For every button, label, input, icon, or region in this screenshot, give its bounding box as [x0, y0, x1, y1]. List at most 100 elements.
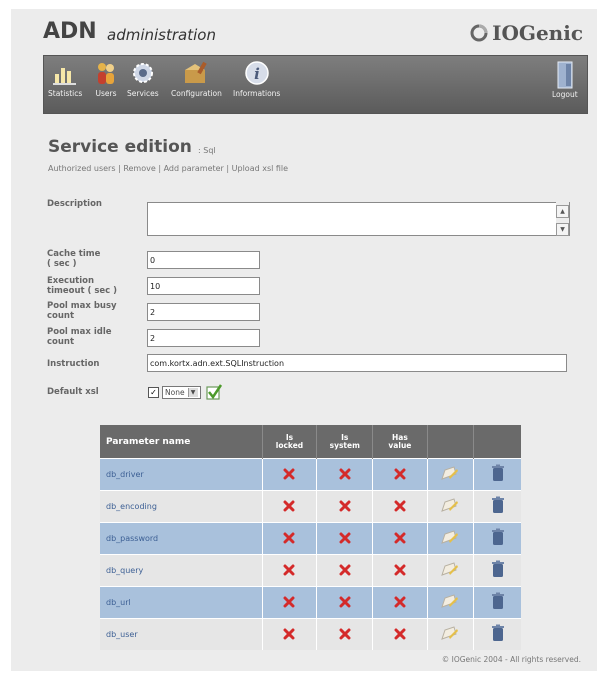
description-scrollbar[interactable]: ▲ ▼	[556, 202, 569, 236]
column-header-locked: Is locked	[261, 425, 317, 459]
cross-icon	[394, 596, 406, 608]
page-subtitle: : Sql	[198, 146, 216, 155]
table-body: db_driver db_encoding db_password db_query d…	[100, 458, 521, 650]
edit-button[interactable]	[426, 522, 474, 555]
pool-max-busy-label-line2: count	[47, 311, 75, 321]
cache-time-label: Cache time ( sec )	[47, 249, 100, 269]
is-system-cell	[316, 554, 373, 587]
brand-name: IOGenic	[492, 21, 583, 45]
header-text: value	[388, 440, 412, 450]
toolbar-item-statistics[interactable]: Statistics	[48, 60, 82, 98]
authorized-users-link[interactable]: Authorized users	[48, 164, 116, 173]
action-links: Authorized users | Remove | Add paramete…	[48, 164, 288, 173]
has-value-cell	[372, 490, 428, 523]
has-value-cell	[372, 522, 428, 555]
column-header-delete	[473, 425, 521, 459]
has-value-cell	[372, 618, 428, 650]
cross-icon	[283, 532, 295, 544]
is-locked-cell	[261, 554, 317, 587]
trash-icon	[491, 528, 504, 545]
toolbar-item-services[interactable]: Services	[127, 60, 159, 98]
has-value-cell	[372, 586, 428, 619]
toolbar-label: Users	[95, 89, 117, 98]
delete-button[interactable]	[473, 522, 521, 555]
instruction-field[interactable]	[147, 354, 567, 372]
cross-icon	[339, 468, 351, 480]
delete-button[interactable]	[473, 554, 521, 587]
pool-max-idle-field[interactable]	[147, 329, 260, 347]
scroll-up-icon[interactable]: ▲	[556, 205, 569, 218]
parameter-name-cell[interactable]: db_driver	[100, 458, 263, 491]
toolbar-label: Services	[127, 89, 159, 98]
header-text: system	[329, 440, 360, 450]
pool-max-idle-label-line2: count	[47, 337, 75, 347]
edit-icon	[441, 561, 459, 576]
footer-copyright: © IOGenic 2004 - All rights reserved.	[441, 655, 581, 664]
table-row: db_user	[100, 618, 521, 650]
default-xsl-controls: ✓ None ▼	[148, 383, 223, 401]
delete-button[interactable]	[473, 586, 521, 619]
cross-icon	[394, 564, 406, 576]
default-xsl-selected: None	[165, 387, 185, 397]
description-field[interactable]	[147, 202, 570, 236]
add-parameter-link[interactable]: Add parameter	[164, 164, 224, 173]
edit-button[interactable]	[426, 618, 474, 650]
header: ADN administration IOGenic	[11, 9, 597, 53]
configuration-icon	[185, 61, 208, 83]
cross-icon	[394, 468, 406, 480]
upload-xsl-link[interactable]: Upload xsl file	[232, 164, 288, 173]
brand-swirl-icon	[470, 24, 488, 42]
scroll-down-icon[interactable]: ▼	[556, 223, 569, 236]
default-xsl-checkbox[interactable]: ✓	[148, 386, 159, 398]
main-toolbar: Statistics Users Services Configuration …	[43, 55, 588, 114]
logout-door-icon	[557, 61, 573, 89]
is-locked-cell	[261, 458, 317, 491]
trash-icon	[491, 496, 504, 513]
delete-button[interactable]	[473, 618, 521, 650]
trash-icon	[491, 624, 504, 641]
parameter-name-cell[interactable]: db_query	[100, 554, 263, 587]
cross-icon	[394, 628, 406, 640]
cache-time-label-line2: ( sec )	[47, 259, 77, 269]
table-row: db_query	[100, 554, 521, 587]
pool-max-busy-field[interactable]	[147, 303, 260, 321]
column-header-name: Parameter name	[100, 425, 263, 459]
cache-time-field[interactable]	[147, 251, 260, 269]
dropdown-arrow-icon: ▼	[187, 387, 198, 397]
remove-link[interactable]: Remove	[123, 164, 155, 173]
pool-max-idle-label-line1: Pool max idle	[47, 327, 112, 337]
column-header-edit	[426, 425, 474, 459]
execution-timeout-label: Execution timeout ( sec )	[47, 276, 117, 296]
parameter-name-cell[interactable]: db_password	[100, 522, 263, 555]
trash-icon	[491, 592, 504, 609]
default-xsl-select[interactable]: None ▼	[162, 385, 201, 399]
trash-icon	[491, 560, 504, 577]
parameter-name-cell[interactable]: db_user	[100, 618, 263, 650]
delete-button[interactable]	[473, 490, 521, 523]
parameter-name-cell[interactable]: db_encoding	[100, 490, 263, 523]
edit-button[interactable]	[426, 586, 474, 619]
app-name: ADN	[43, 19, 97, 44]
execution-timeout-field[interactable]	[147, 277, 260, 295]
informations-icon: i	[244, 61, 269, 85]
is-locked-cell	[261, 522, 317, 555]
edit-button[interactable]	[426, 490, 474, 523]
table-row: db_password	[100, 522, 521, 555]
edit-button[interactable]	[426, 458, 474, 491]
parameter-name-cell[interactable]: db_url	[100, 586, 263, 619]
cross-icon	[283, 564, 295, 576]
validate-icon[interactable]	[205, 383, 223, 401]
pool-max-busy-label: Pool max busy count	[47, 301, 117, 321]
delete-button[interactable]	[473, 458, 521, 491]
toolbar-item-configuration[interactable]: Configuration	[171, 60, 222, 98]
cross-icon	[339, 596, 351, 608]
logout-button[interactable]: Logout	[552, 60, 578, 99]
edit-button[interactable]	[426, 554, 474, 587]
toolbar-label: Informations	[233, 89, 281, 98]
is-system-cell	[316, 490, 373, 523]
cross-icon	[394, 532, 406, 544]
column-header-value: Has value	[372, 425, 428, 459]
toolbar-label: Statistics	[48, 89, 83, 98]
toolbar-item-informations[interactable]: i Informations	[233, 60, 280, 98]
toolbar-item-users[interactable]: Users	[93, 60, 119, 98]
